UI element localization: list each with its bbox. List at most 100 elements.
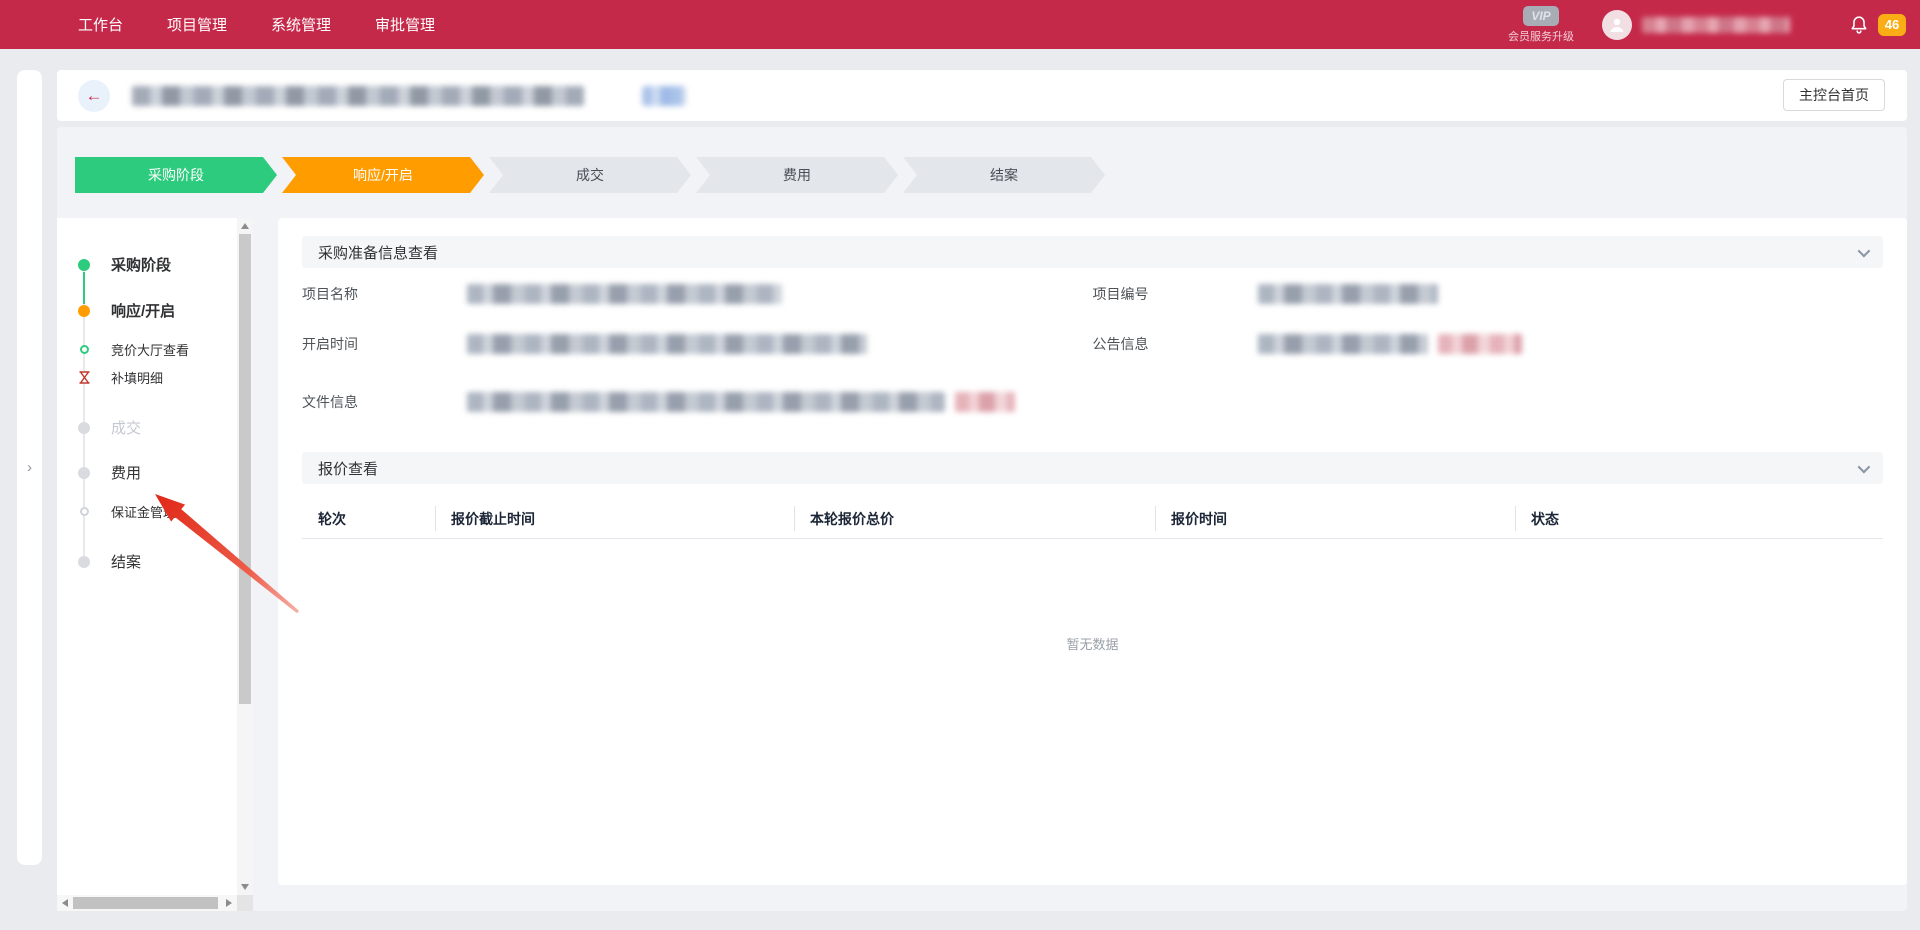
quote-table: 轮次 报价截止时间 本轮报价总价 报价时间 状态 暂无数据 — [302, 499, 1883, 769]
sidebar-horizontal-scrollbar[interactable] — [57, 895, 237, 911]
user-icon — [1608, 16, 1626, 34]
app-root: 工作台 项目管理 系统管理 审批管理 VIP 会员服务升级 — [0, 0, 1920, 930]
nav-item-system-management[interactable]: 系统管理 — [271, 14, 331, 35]
notification-bell-button[interactable] — [1848, 14, 1870, 36]
file-info-redacted — [467, 392, 945, 412]
content-wrapper: 采购阶段 响应/开启 成交 费用 结案 采购阶段 响应/开启 — [57, 127, 1907, 911]
scroll-left-icon[interactable] — [62, 899, 68, 907]
sidebar-item-response-open[interactable]: 响应/开启 — [57, 300, 237, 321]
scroll-up-icon[interactable] — [241, 223, 249, 229]
avatar[interactable] — [1602, 10, 1632, 40]
username-redacted[interactable] — [1642, 17, 1790, 33]
field-label: 文件信息 — [302, 392, 467, 412]
sidebar-item-bidding-hall[interactable]: 竞价大厅查看 — [57, 340, 237, 359]
stage-sidebar: 采购阶段 响应/开启 竞价大厅查看 补填明细 — [57, 218, 253, 911]
top-nav: 工作台 项目管理 系统管理 审批管理 VIP 会员服务升级 — [0, 0, 1920, 49]
nav-item-workbench[interactable]: 工作台 — [78, 14, 123, 35]
main-panel: 采购准备信息查看 项目名称 项目编号 开启时间 公 — [278, 218, 1907, 885]
scroll-down-icon[interactable] — [241, 884, 249, 890]
chevron-down-icon[interactable] — [1858, 460, 1871, 473]
prep-field-row: 开启时间 公告信息 — [302, 334, 1883, 354]
quote-table-header: 轮次 报价截止时间 本轮报价总价 报价时间 状态 — [302, 499, 1883, 539]
column-round-total-price: 本轮报价总价 — [794, 499, 1155, 538]
project-name-redacted — [467, 284, 782, 304]
sidebar-item-close[interactable]: 结案 — [57, 551, 237, 572]
sidebar-item-procurement[interactable]: 采购阶段 — [57, 254, 237, 275]
empty-data-text: 暂无数据 — [302, 539, 1883, 769]
step-dot-upcoming-icon — [57, 467, 111, 479]
sidebar-item-label: 采购阶段 — [111, 254, 171, 275]
sidebar-item-label: 补填明细 — [111, 368, 163, 387]
horizontal-scroll-thumb[interactable] — [73, 897, 218, 909]
vip-caption: 会员服务升级 — [1508, 28, 1574, 44]
top-nav-right: VIP 会员服务升级 46 — [1508, 0, 1920, 49]
project-number-redacted — [1258, 284, 1438, 304]
step-dot-disabled-icon — [57, 422, 111, 434]
sidebar-item-label: 结案 — [111, 551, 141, 572]
field-label: 项目编号 — [1093, 284, 1258, 304]
announcement-redacted — [1258, 334, 1428, 354]
chevron-right-icon: › — [27, 459, 32, 476]
ring-active-icon — [57, 345, 111, 354]
step-dot-upcoming-icon — [57, 556, 111, 568]
chevron-down-icon[interactable] — [1858, 244, 1871, 257]
announcement-link-redacted[interactable] — [1438, 334, 1522, 354]
vertical-scroll-thumb[interactable] — [239, 234, 251, 704]
project-title-redacted — [132, 86, 584, 106]
field-announcement-info: 公告信息 — [1093, 334, 1884, 354]
sidebar-collapse-strip[interactable]: › — [17, 70, 42, 865]
stage-step-fee[interactable]: 费用 — [696, 157, 898, 193]
open-time-redacted — [467, 334, 867, 354]
stage-timeline: 采购阶段 响应/开启 竞价大厅查看 补填明细 — [57, 218, 237, 895]
column-status: 状态 — [1515, 499, 1883, 538]
status-tag-redacted — [642, 86, 686, 106]
page-header: ← 主控台首页 — [57, 70, 1907, 121]
field-label: 公告信息 — [1093, 334, 1258, 354]
sidebar-item-deal[interactable]: 成交 — [57, 417, 237, 438]
field-label: 开启时间 — [302, 334, 467, 354]
sidebar-item-deposit-management[interactable]: 保证金管理 — [57, 502, 237, 521]
sidebar-item-label: 竞价大厅查看 — [111, 340, 189, 359]
step-dot-done-icon — [57, 259, 111, 271]
console-home-button[interactable]: 主控台首页 — [1783, 79, 1885, 111]
top-nav-menu: 工作台 项目管理 系统管理 审批管理 — [0, 14, 435, 35]
vip-icon: VIP — [1523, 6, 1559, 26]
scrollbar-corner — [237, 895, 253, 911]
stage-step-response-open[interactable]: 响应/开启 — [282, 157, 484, 193]
back-arrow-icon: ← — [86, 86, 103, 106]
back-button[interactable]: ← — [78, 80, 110, 112]
hourglass-icon — [57, 371, 111, 384]
column-quote-deadline: 报价截止时间 — [435, 499, 794, 538]
sidebar-item-label: 响应/开启 — [111, 300, 175, 321]
field-label: 项目名称 — [302, 284, 467, 304]
prep-info-section-header[interactable]: 采购准备信息查看 — [302, 236, 1883, 268]
nav-item-approval-management[interactable]: 审批管理 — [375, 14, 435, 35]
column-quote-time: 报价时间 — [1155, 499, 1515, 538]
field-project-number: 项目编号 — [1093, 284, 1884, 304]
nav-item-project-management[interactable]: 项目管理 — [167, 14, 227, 35]
section-title: 报价查看 — [318, 458, 378, 479]
bell-icon — [1848, 14, 1870, 36]
sidebar-item-fee[interactable]: 费用 — [57, 462, 237, 483]
sidebar-item-label: 费用 — [111, 462, 141, 483]
sidebar-item-label: 成交 — [111, 417, 141, 438]
field-open-time: 开启时间 — [302, 334, 1093, 354]
stage-step-deal[interactable]: 成交 — [489, 157, 691, 193]
quote-section-header[interactable]: 报价查看 — [302, 452, 1883, 484]
column-round: 轮次 — [302, 499, 435, 538]
step-dot-current-icon — [57, 305, 111, 317]
field-project-name: 项目名称 — [302, 284, 1093, 304]
stage-step-procurement[interactable]: 采购阶段 — [75, 157, 277, 193]
sidebar-item-fill-detail[interactable]: 补填明细 — [57, 368, 237, 387]
stage-step-close[interactable]: 结案 — [903, 157, 1105, 193]
ring-upcoming-icon — [57, 507, 111, 516]
sidebar-item-label: 保证金管理 — [111, 502, 176, 521]
section-title: 采购准备信息查看 — [318, 242, 438, 263]
sidebar-vertical-scrollbar[interactable] — [237, 218, 253, 895]
stage-progress-bar: 采购阶段 响应/开启 成交 费用 结案 — [75, 157, 1105, 193]
vip-upgrade-link[interactable]: VIP 会员服务升级 — [1508, 6, 1574, 44]
prep-field-row: 项目名称 项目编号 — [302, 284, 1883, 304]
file-link-redacted[interactable] — [955, 392, 1015, 412]
notification-count-badge: 46 — [1878, 14, 1906, 36]
scroll-right-icon[interactable] — [226, 899, 232, 907]
